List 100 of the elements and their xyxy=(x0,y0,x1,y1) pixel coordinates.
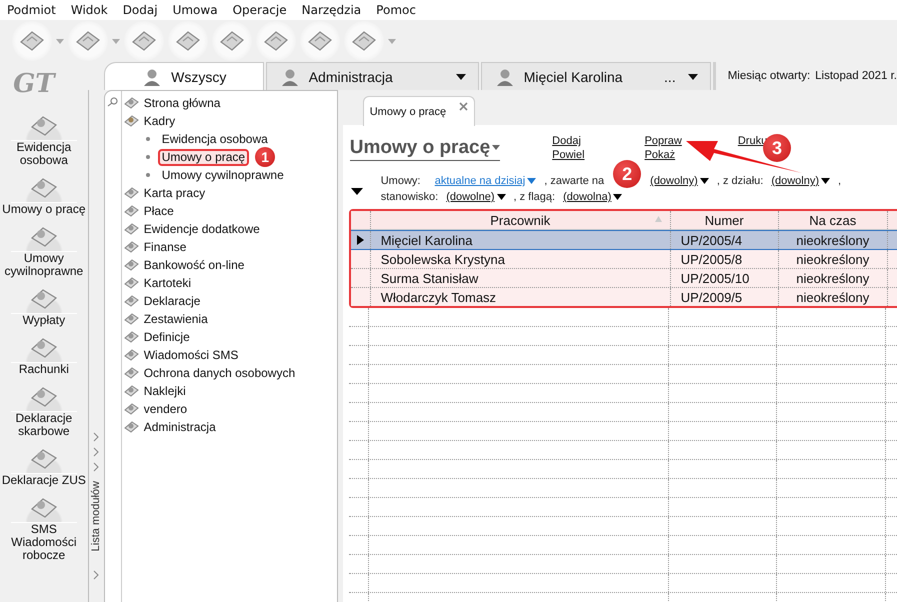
table-row[interactable]: Sobolewska Krystyna UP/2005/8 nieokreślony xyxy=(350,250,897,269)
tree-item[interactable]: Kartoteki xyxy=(124,274,337,292)
tree-item[interactable]: Umowy cywilnoprawne xyxy=(158,166,288,184)
logo: GT xyxy=(13,68,55,101)
document-tab[interactable]: Umowy o pracę xyxy=(362,96,475,126)
filter-label: , zawarte na xyxy=(544,175,604,187)
module-icon xyxy=(124,312,139,326)
module-icon xyxy=(124,276,139,290)
filter-dropdown[interactable]: (dowolny) xyxy=(650,175,709,187)
nav-item[interactable]: Umowy cywilnoprawne xyxy=(4,221,84,278)
menu-item[interactable]: Operacje xyxy=(232,3,287,17)
close-icon[interactable] xyxy=(458,102,468,111)
tree-item[interactable]: Definicje xyxy=(124,328,337,346)
header-tab[interactable]: Mięciel Karolina ... xyxy=(480,62,711,90)
tree-item[interactable]: Naklejki xyxy=(124,382,337,400)
filter-label: , xyxy=(838,175,842,187)
tree-item[interactable]: Finanse xyxy=(124,238,337,256)
table-row[interactable]: Surma Stanisław UP/2005/10 nieokreślony xyxy=(350,269,897,288)
table-cell: UP/2005/10 xyxy=(670,269,779,287)
sort-icon xyxy=(654,216,662,222)
menu-item[interactable]: Pomoc xyxy=(376,3,416,17)
filter-dropdown[interactable]: (dowolne) xyxy=(446,191,506,203)
tree-item[interactable]: Kadry xyxy=(124,112,337,130)
module-icon xyxy=(124,240,139,254)
filter-dropdown[interactable]: aktualne na dzisiaj xyxy=(434,175,536,187)
table-cell: Sobolewska Krystyna xyxy=(370,250,671,268)
module-icon xyxy=(124,186,139,200)
module-icon xyxy=(124,402,139,416)
caret-icon xyxy=(496,194,506,200)
module-icon xyxy=(124,384,139,398)
tree-item[interactable]: Deklaracje xyxy=(124,292,337,310)
tree-item[interactable]: Wiadomości SMS xyxy=(124,346,337,364)
tree-item[interactable]: Zestawienia xyxy=(124,310,337,328)
step-badge: 1 xyxy=(255,147,276,167)
table-cell: nieokreślony xyxy=(778,288,888,306)
tree-item[interactable]: Ochrona danych osobowych xyxy=(124,364,337,382)
tree-item[interactable]: Strona główna xyxy=(124,94,337,112)
tree-item[interactable]: Płace xyxy=(124,202,337,220)
filter-label: , z działu: xyxy=(716,175,764,187)
chevron-icon[interactable] xyxy=(93,570,100,580)
module-icon xyxy=(124,96,139,110)
page-title[interactable]: Umowy o pracę xyxy=(350,135,500,161)
table-cell: nieokreślony xyxy=(778,231,888,249)
step-badge: 2 xyxy=(613,160,642,188)
table-row[interactable]: Mięciel Karolina UP/2005/4 nieokreślony xyxy=(350,230,897,250)
header-tab[interactable]: Wszyscy xyxy=(104,62,264,90)
table-cell: UP/2005/4 xyxy=(670,231,779,249)
module-icon xyxy=(124,204,139,218)
action-link[interactable]: Dodaj xyxy=(552,135,585,147)
menu-item[interactable]: Widok xyxy=(70,3,108,17)
tree-item[interactable]: Ewidencje dodatkowe xyxy=(124,220,337,238)
caret-icon[interactable] xyxy=(56,38,64,44)
action-link[interactable]: Powiel xyxy=(552,149,585,161)
menu-item[interactable]: Podmiot xyxy=(7,3,56,17)
module-icon xyxy=(124,222,139,236)
column-header[interactable]: Pracownik xyxy=(370,211,671,229)
column-header[interactable]: Na czas xyxy=(778,211,888,229)
caret-icon xyxy=(492,145,500,150)
module-icon xyxy=(124,258,139,272)
caret-icon xyxy=(688,74,698,80)
caret-icon xyxy=(700,178,709,184)
menu-item[interactable]: Umowa xyxy=(172,3,218,17)
caret-icon xyxy=(821,178,830,184)
caret-icon xyxy=(613,194,622,200)
filter-label: stanowisko: xyxy=(380,191,438,203)
filter-dropdown[interactable]: (dowolny) xyxy=(771,175,830,187)
menu-item[interactable]: Narzędzia xyxy=(302,3,362,17)
tree-item[interactable]: vendero xyxy=(124,400,337,418)
column-header[interactable]: Numer xyxy=(670,211,779,229)
action-link[interactable]: Pokaż xyxy=(644,149,682,161)
table-cell: UP/2009/5 xyxy=(670,288,779,306)
nav-item[interactable]: SMS Wiadomości robocze xyxy=(10,492,77,562)
table-row[interactable]: Włodarczyk Tomasz UP/2009/5 nieokreślony xyxy=(350,288,897,306)
month-label: Miesiąc otwarty: xyxy=(728,70,810,82)
header-tab[interactable]: Administracja xyxy=(266,62,479,90)
tree-item[interactable]: Bankowość on-line xyxy=(124,256,337,274)
module-icon xyxy=(124,366,139,380)
module-list-label[interactable]: Lista modułów xyxy=(90,481,102,552)
action-link[interactable]: Popraw xyxy=(644,135,682,147)
filter-label: Umowy: xyxy=(380,175,422,187)
table-cell: nieokreślony xyxy=(778,250,888,268)
module-icon xyxy=(124,330,139,344)
module-icon xyxy=(124,420,139,434)
collapse-icon[interactable] xyxy=(350,188,363,195)
month-value: Listopad 2021 r. xyxy=(815,70,897,82)
caret-icon[interactable] xyxy=(388,38,396,44)
tree-item[interactable]: Administracja xyxy=(124,418,337,436)
filter-dropdown[interactable]: (dowolna) xyxy=(563,191,622,203)
module-icon xyxy=(124,114,139,128)
tree-item[interactable]: Karta pracy xyxy=(124,184,337,202)
caret-icon[interactable] xyxy=(112,38,120,44)
table-cell: Surma Stanisław xyxy=(370,269,671,287)
tree-item[interactable]: Ewidencja osobowa xyxy=(158,130,272,148)
row-pointer-icon xyxy=(356,235,364,245)
tree-item[interactable]: Umowy o pracę xyxy=(158,148,250,166)
table-cell: UP/2005/8 xyxy=(670,250,779,268)
menu-item[interactable]: Dodaj xyxy=(122,3,158,17)
table-cell: nieokreślony xyxy=(778,269,888,287)
caret-icon xyxy=(456,74,466,80)
module-icon xyxy=(124,348,139,362)
